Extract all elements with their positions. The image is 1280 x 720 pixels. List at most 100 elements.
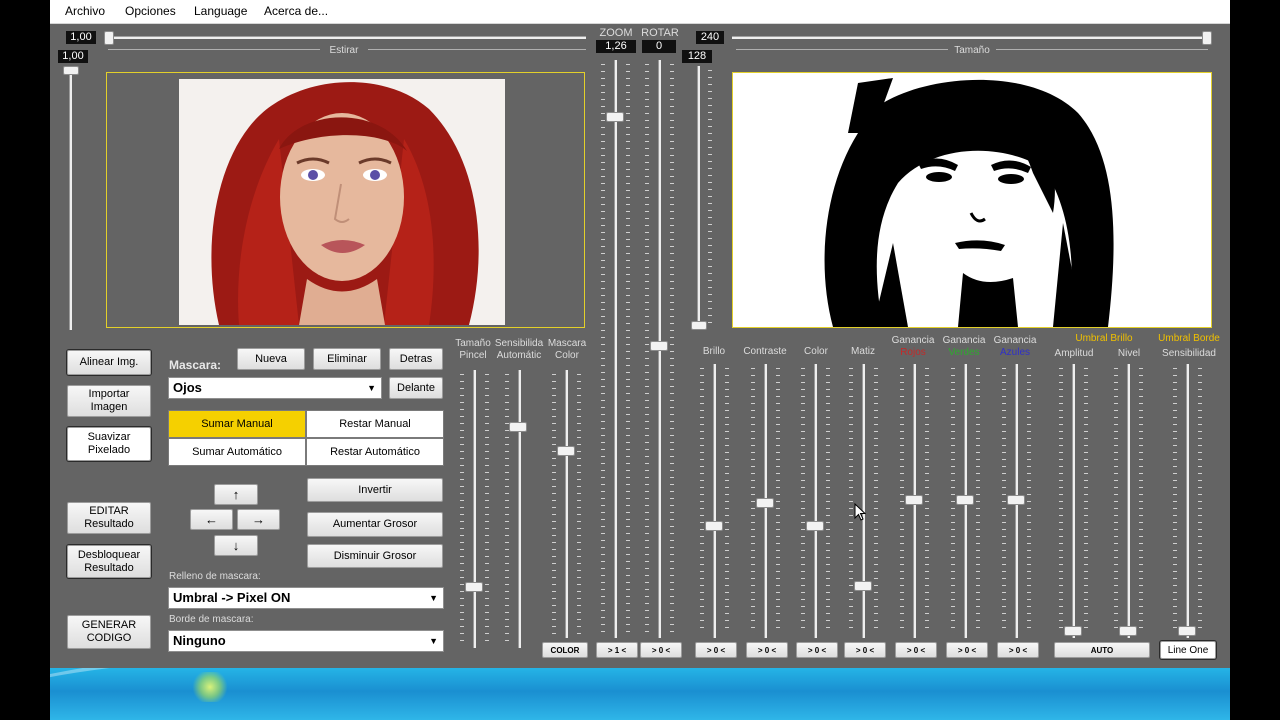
detras-button[interactable]: Detras (389, 348, 443, 370)
ganancia-azules-ticks (1002, 368, 1006, 634)
sumar-manual-label: Sumar Manual (201, 418, 273, 430)
suavizar-pixelado-button[interactable]: Suavizar Pixelado (67, 427, 151, 461)
sensibilidad-label: Sensibilidad (1162, 348, 1216, 359)
rotar-slider-thumb[interactable] (650, 341, 668, 351)
umbral-slider-thumb[interactable] (691, 321, 707, 330)
color-thumb[interactable] (806, 521, 824, 531)
ganancia-verdes-thumb[interactable] (956, 495, 974, 505)
tamano-slider-track[interactable] (732, 36, 1212, 39)
tamano-slider-thumb[interactable] (1202, 31, 1212, 45)
color-reset-button[interactable]: > 0 < (796, 642, 838, 658)
move-down-button[interactable]: ↓ (214, 535, 258, 556)
brillo-reset-label: > 0 < (706, 645, 726, 655)
eliminar-mascara-button[interactable]: Eliminar (313, 348, 381, 370)
menu-opciones[interactable]: Opciones (125, 4, 176, 18)
auto-button[interactable]: AUTO (1054, 642, 1150, 658)
ganancia-verdes-reset-button[interactable]: > 0 < (946, 642, 988, 658)
vertical-stretch-track[interactable] (69, 66, 72, 330)
ganancia-rojos-reset-button[interactable]: > 0 < (895, 642, 937, 658)
zoom-slider-thumb[interactable] (606, 112, 624, 122)
mascara-select[interactable]: Ojos ▼ (168, 377, 382, 399)
menu-acerca-de[interactable]: Acerca de... (264, 4, 328, 18)
invertir-button[interactable]: Invertir (307, 478, 443, 502)
disminuir-grosor-button[interactable]: Disminuir Grosor (307, 544, 443, 568)
sensibilidad-auto-label-1: Sensibilida (494, 338, 544, 349)
arrow-right-icon: → (252, 512, 265, 527)
matiz-thumb[interactable] (854, 581, 872, 591)
mascara-color-label-1: Mascara (547, 338, 587, 349)
umbral-value: 128 (682, 50, 712, 63)
nueva-mascara-button[interactable]: Nueva (237, 348, 305, 370)
estirar-label: Estirar (329, 45, 359, 56)
sumar-automatico-toggle[interactable]: Sumar Automático (168, 438, 306, 466)
suavizar-pixelado-label-2: Pixelado (87, 444, 131, 456)
borde-select[interactable]: Ninguno ▼ (168, 630, 444, 652)
generar-codigo-button[interactable]: GENERAR CODIGO (67, 615, 151, 649)
matiz-reset-button[interactable]: > 0 < (844, 642, 886, 658)
estirar-slider-thumb[interactable] (104, 31, 114, 45)
matiz-track[interactable] (862, 364, 865, 638)
sensibilidad-auto-thumb[interactable] (509, 422, 527, 432)
mascara-color-label-2: Color (555, 350, 579, 361)
brillo-ticks (700, 368, 704, 634)
arrow-down-icon: ↓ (232, 538, 240, 553)
menu-archivo[interactable]: Archivo (65, 4, 105, 18)
estirar-slider-track[interactable] (108, 36, 586, 39)
zoom-label: ZOOM (599, 27, 633, 39)
desbloquear-resultado-label-1: Desbloquear (77, 548, 141, 561)
mascara-color-track[interactable] (565, 370, 568, 638)
result-photo[interactable] (733, 73, 1211, 327)
source-photo[interactable] (179, 79, 505, 325)
move-up-button[interactable]: ↑ (214, 484, 258, 505)
importar-imagen-button[interactable]: Importar Imagen (67, 385, 151, 417)
nivel-track[interactable] (1127, 364, 1130, 638)
delante-button[interactable]: Delante (389, 377, 443, 399)
tamano-pincel-thumb[interactable] (465, 582, 483, 592)
sensibilidad-thumb[interactable] (1178, 626, 1196, 636)
estirar-value: 1,00 (66, 31, 96, 44)
ganancia-azules-reset-button[interactable]: > 0 < (997, 642, 1039, 658)
desktop-swoosh (50, 668, 892, 720)
ganancia-azules-label-2: Azules (999, 347, 1030, 358)
amplitud-thumb[interactable] (1064, 626, 1082, 636)
menu-bar: Archivo Opciones Language Acerca de... (50, 0, 1230, 24)
delante-label: Delante (397, 381, 435, 394)
contraste-thumb[interactable] (756, 498, 774, 508)
rotar-reset-button[interactable]: > 0 < (640, 642, 682, 658)
contraste-reset-button[interactable]: > 0 < (746, 642, 788, 658)
contraste-reset-label: > 0 < (757, 645, 777, 655)
color-button[interactable]: COLOR (542, 642, 588, 658)
brillo-thumb[interactable] (705, 521, 723, 531)
restar-automatico-toggle[interactable]: Restar Automático (306, 438, 444, 466)
brillo-ticks-right (725, 368, 729, 634)
tamano-pincel-ticks-right (485, 374, 489, 644)
move-right-button[interactable]: → (237, 509, 280, 530)
desbloquear-resultado-button[interactable]: Desbloquear Resultado (67, 545, 151, 578)
alinear-imagen-button[interactable]: Alinear Img. (67, 350, 151, 375)
color-track[interactable] (814, 364, 817, 638)
line-one-button[interactable]: Line One (1160, 641, 1216, 659)
sumar-manual-toggle[interactable]: Sumar Manual (168, 410, 306, 438)
ganancia-azules-thumb[interactable] (1007, 495, 1025, 505)
brillo-reset-button[interactable]: > 0 < (695, 642, 737, 658)
restar-automatico-label: Restar Automático (330, 446, 420, 458)
amplitud-track[interactable] (1072, 364, 1075, 638)
ganancia-rojos-thumb[interactable] (905, 495, 923, 505)
editar-resultado-button[interactable]: EDITAR Resultado (67, 502, 151, 534)
brillo-track[interactable] (713, 364, 716, 638)
aumentar-grosor-button[interactable]: Aumentar Grosor (307, 512, 443, 537)
sensibilidad-track[interactable] (1186, 364, 1189, 638)
relleno-select[interactable]: Umbral -> Pixel ON ▼ (168, 587, 444, 609)
zoom-reset-button[interactable]: > 1 < (596, 642, 638, 658)
mascara-color-thumb[interactable] (557, 446, 575, 456)
zoom-slider-track[interactable] (614, 60, 617, 638)
vertical-stretch-thumb[interactable] (63, 66, 79, 75)
nivel-thumb[interactable] (1119, 626, 1137, 636)
tamano-pincel-track[interactable] (473, 370, 476, 648)
detras-label: Detras (399, 352, 433, 365)
sensibilidad-auto-track[interactable] (518, 370, 521, 648)
restar-manual-toggle[interactable]: Restar Manual (306, 410, 444, 438)
move-left-button[interactable]: ← (190, 509, 233, 530)
menu-language[interactable]: Language (194, 4, 247, 18)
umbral-slider-track[interactable] (697, 66, 700, 330)
